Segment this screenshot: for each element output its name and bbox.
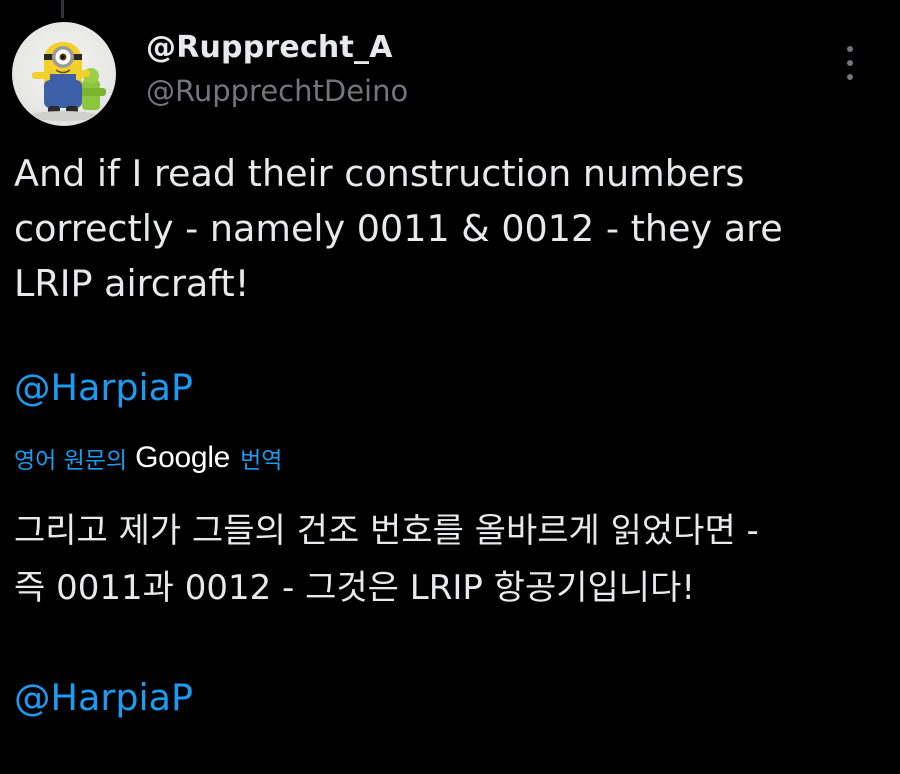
translated-mention-link[interactable]: @HarpiaP xyxy=(14,676,193,719)
translated-body: 그리고 제가 그들의 건조 번호를 올바르게 읽었다면 - 즉 0011과 00… xyxy=(14,503,894,617)
minion-avatar-icon xyxy=(30,42,106,121)
user-handle[interactable]: @RupprechtDeino xyxy=(146,74,408,108)
translated-text-line: 그리고 제가 그들의 건조 번호를 올바르게 읽었다면 - xyxy=(14,511,759,551)
translated-text-line: 즉 0011과 0012 - 그것은 LRIP 항공기입니다! xyxy=(14,568,695,608)
google-logo: Google xyxy=(135,441,231,474)
translation-suffix: 번역 xyxy=(240,448,283,474)
avatar[interactable] xyxy=(12,22,116,126)
tweet-body: And if I read their construction numbers… xyxy=(14,146,894,311)
more-options-button[interactable] xyxy=(832,42,868,84)
tweet-text-line: correctly - namely 0011 & 0012 - they ar… xyxy=(14,207,783,250)
tweet-text-line: LRIP aircraft! xyxy=(14,262,250,305)
mention-link[interactable]: @HarpiaP xyxy=(14,366,193,409)
translation-attribution[interactable]: 영어 원문의 Google 번역 xyxy=(14,438,282,478)
tweet-text-line: And if I read their construction numbers xyxy=(14,152,745,195)
thread-connector-line xyxy=(61,0,64,18)
translation-prefix: 영어 원문의 xyxy=(14,448,128,474)
display-name[interactable]: @Rupprecht_A xyxy=(146,30,393,65)
more-vertical-icon xyxy=(847,46,853,52)
